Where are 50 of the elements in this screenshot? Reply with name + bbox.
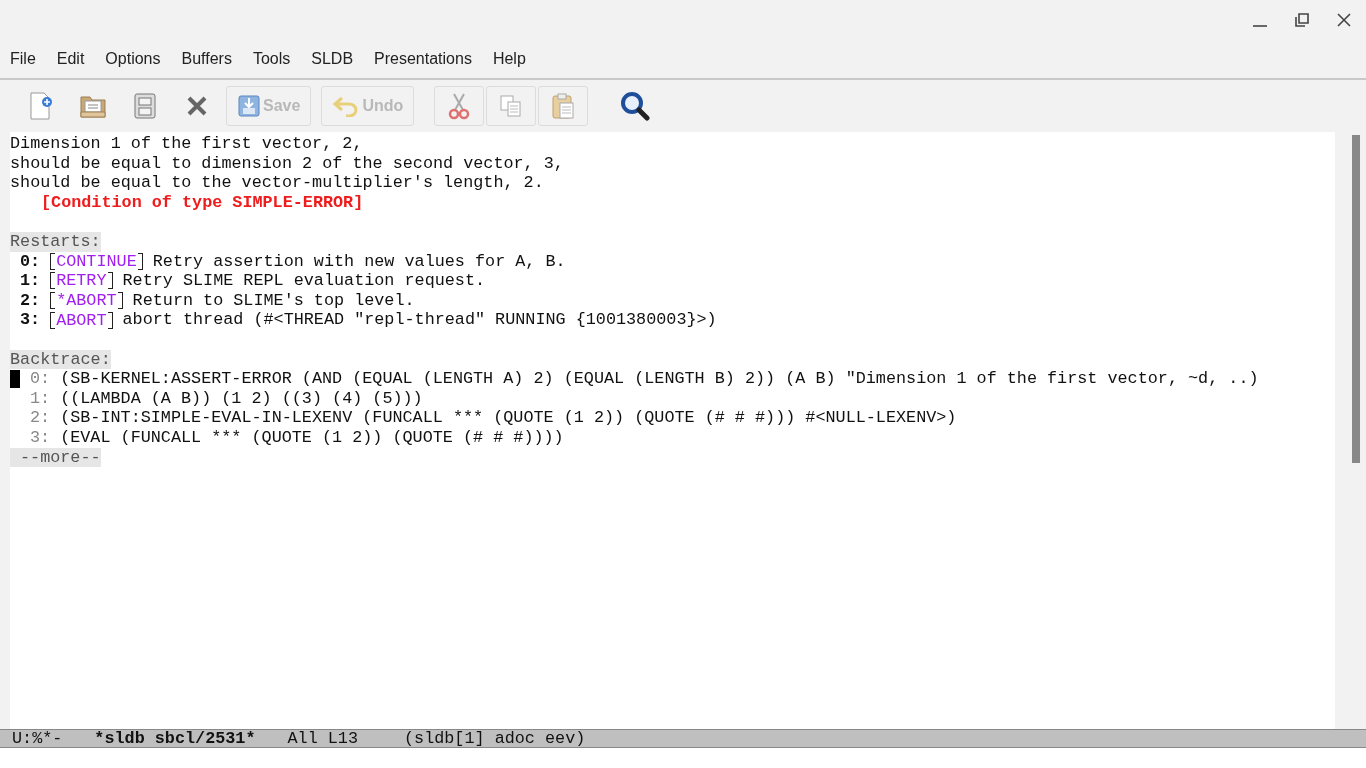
restart-number: 1: bbox=[20, 271, 41, 291]
new-file-icon bbox=[28, 91, 54, 121]
restart-description: Retry assertion with new values for A, B. bbox=[152, 251, 566, 272]
close-icon bbox=[186, 95, 208, 117]
buffer-position: All L13 bbox=[287, 730, 358, 747]
error-message-line: Dimension 1 of the first vector, 2, bbox=[10, 134, 364, 154]
frame-number: 0: bbox=[30, 369, 51, 389]
scissors-icon bbox=[447, 92, 472, 120]
menu-item[interactable]: Buffers bbox=[181, 50, 232, 68]
backtrace-frame[interactable]: (EVAL (FUNCALL *** (QUOTE (1 2)) (QUOTE (# # #)))) bbox=[60, 427, 564, 448]
clipboard-icon bbox=[550, 92, 577, 120]
file-cabinet-icon bbox=[133, 92, 157, 120]
menu-item[interactable]: Options bbox=[105, 50, 161, 68]
menu-item[interactable]: Tools bbox=[252, 50, 291, 68]
restarts-heading: Restarts: bbox=[10, 231, 101, 252]
error-message-line: should be equal to the vector-multiplier's length, 2. bbox=[10, 173, 545, 193]
menu-item[interactable]: Edit bbox=[56, 50, 85, 68]
error-message-line: should be equal to dimension 2 of the second vector, 3, bbox=[10, 153, 565, 174]
condition-type: [Condition of type SIMPLE-ERROR] bbox=[41, 192, 364, 213]
restart-number: 3: bbox=[20, 310, 41, 330]
frame-number: 3: bbox=[30, 427, 51, 448]
frame-number: 2: bbox=[30, 408, 51, 428]
buffer-name: *sldb sbcl/2531* bbox=[94, 730, 256, 747]
restart-description: abort thread (#<THREAD "repl-thread" RUNNING {1001380003}>) bbox=[122, 310, 717, 330]
frame-number: 1: bbox=[30, 388, 51, 409]
buffer-state: U:%*- bbox=[12, 730, 63, 747]
restart-number: 2: bbox=[20, 290, 41, 311]
backtrace-frame[interactable]: (SB-INT:SIMPLE-EVAL-IN-LEXENV (FUNCALL *** (QUOTE (1 2)) (QUOTE (# # #))) #<NULL-LEXENV>) bbox=[60, 408, 957, 428]
restore-icon[interactable] bbox=[1294, 12, 1310, 28]
menu-item[interactable]: Presentations bbox=[374, 50, 472, 68]
folder-icon bbox=[79, 93, 107, 119]
menu-item[interactable]: Help bbox=[492, 50, 526, 68]
scrollbar-thumb[interactable] bbox=[1352, 135, 1360, 463]
download-icon bbox=[237, 94, 261, 118]
menu-item[interactable]: File bbox=[10, 50, 36, 68]
restart-description: Retry SLIME REPL evaluation request. bbox=[122, 271, 486, 291]
restart-option-link[interactable]: ABORT bbox=[50, 311, 113, 329]
search-icon bbox=[620, 91, 651, 121]
menu-item[interactable]: SLDB bbox=[311, 50, 354, 68]
backtrace-frame[interactable]: ((LAMBDA (A B)) (1 2) ((3) (4) (5))) bbox=[60, 388, 423, 409]
backtrace-frame[interactable]: (SB-KERNEL:ASSERT-ERROR (AND (EQUAL (LENGTH A) 2) (EQUAL (LENGTH B) 2)) (A B) "Dimension 1 of the first vector, ~d, ..) bbox=[60, 369, 1259, 389]
close-icon[interactable] bbox=[1336, 12, 1352, 28]
more-button[interactable]: --more-- bbox=[10, 447, 101, 468]
restart-option-link[interactable]: *ABORT bbox=[50, 292, 123, 310]
restart-number: 0: bbox=[20, 251, 41, 272]
backtrace-heading: Backtrace: bbox=[10, 349, 111, 370]
mode-list: (sldb[1] adoc eev) bbox=[404, 730, 586, 747]
restart-option-link[interactable]: CONTINUE bbox=[50, 252, 143, 270]
restart-option-link[interactable]: RETRY bbox=[50, 272, 113, 290]
restart-description: Return to SLIME's top level. bbox=[132, 290, 415, 311]
